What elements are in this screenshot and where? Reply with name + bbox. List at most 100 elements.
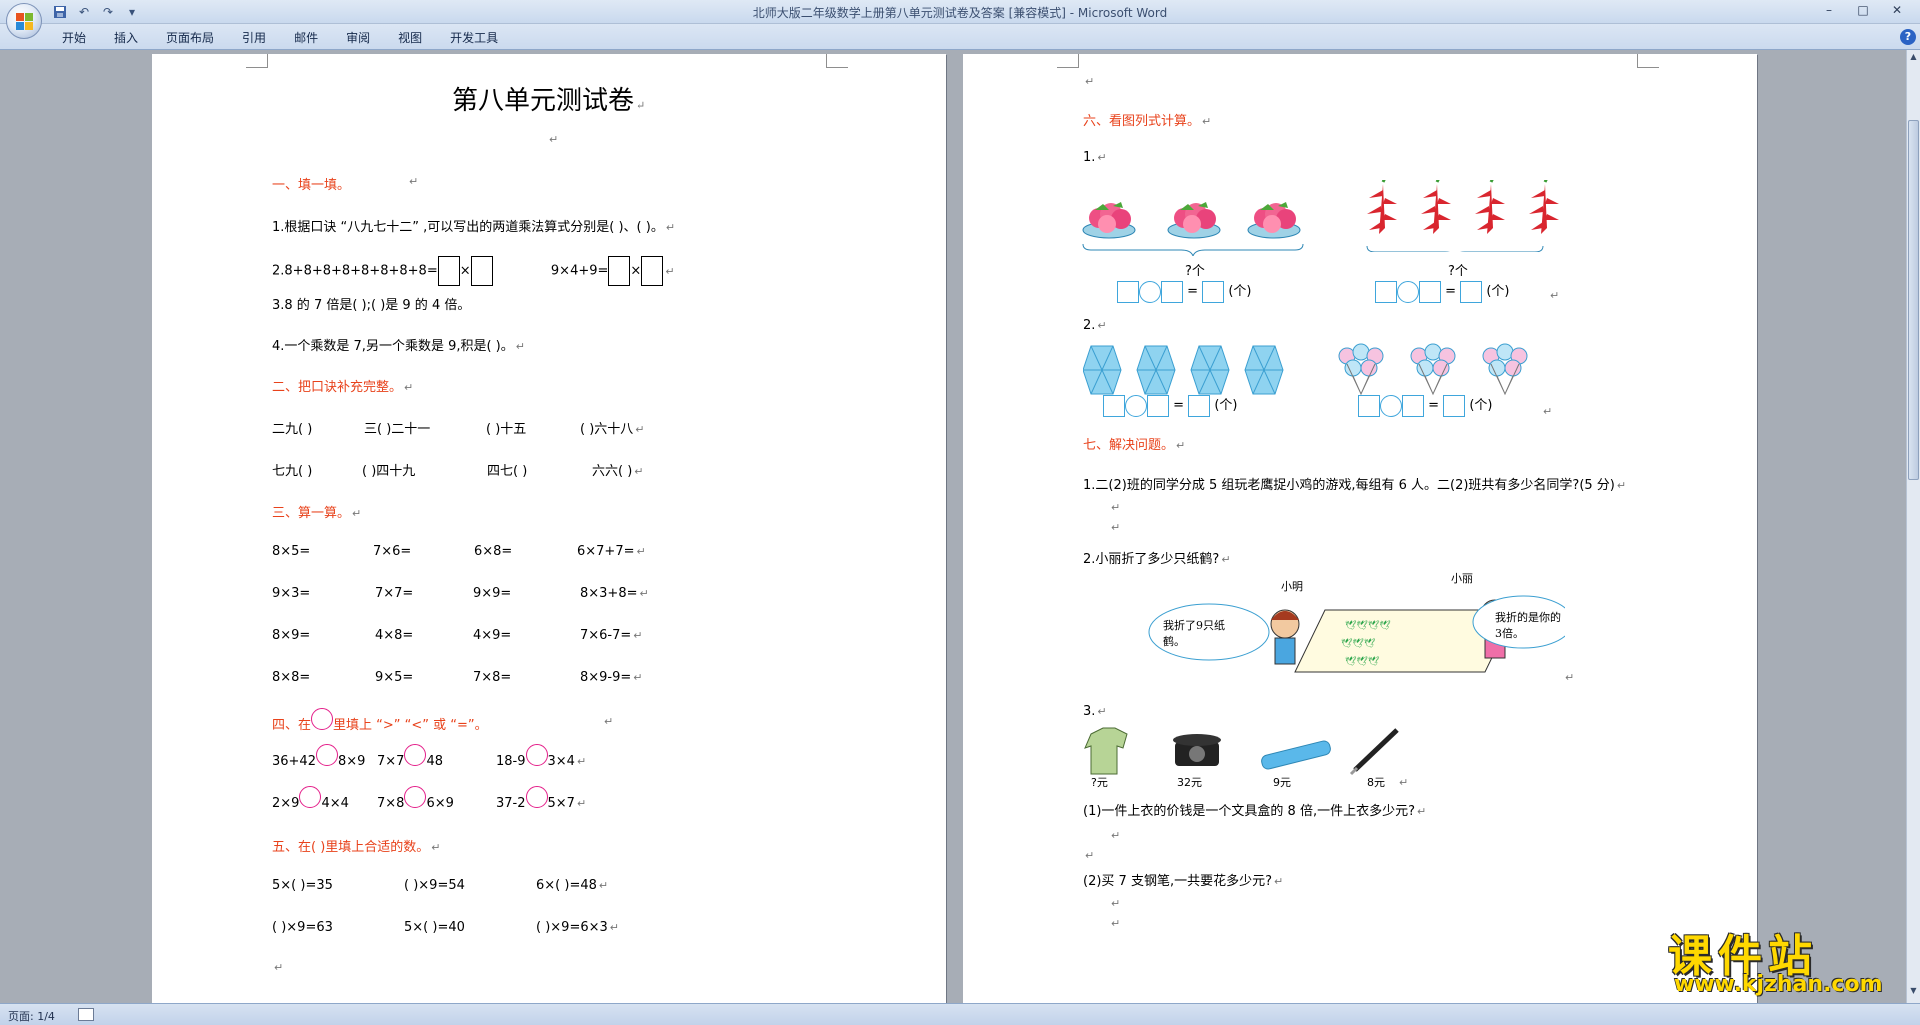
svg-text:🕊🕊🕊: 🕊🕊🕊	[1345, 655, 1380, 667]
compare-circle	[311, 707, 334, 730]
equation-template: = (个)	[1375, 280, 1509, 303]
compare-item: 37-2 5×7 ↵	[496, 785, 586, 811]
compare-item: 18-9 3×4 ↵	[496, 743, 586, 769]
fill-row: 六六( ) ↵	[592, 464, 644, 479]
calc-item: 7×6-7= ↵	[580, 628, 643, 643]
equation-template: = (个)	[1103, 394, 1237, 417]
calc-item: 9×5=	[375, 670, 414, 685]
svg-text:🕊🕊🕊🕊: 🕊🕊🕊🕊	[1345, 619, 1391, 631]
window-controls: – □ ✕	[1812, 0, 1914, 20]
calc-item: 8×5=	[272, 544, 311, 559]
calc-item: 8×3+8= ↵	[580, 586, 649, 601]
tab-review[interactable]: 审阅	[332, 29, 384, 47]
pepper-bunches-image	[1366, 180, 1561, 252]
question-7-3-1: (1)一件上衣的价钱是一个文具盒的 8 倍,一件上衣多少元? ↵	[1083, 804, 1427, 819]
tab-mailings[interactable]: 邮件	[280, 29, 332, 47]
title-bar: ↶ ↷ ▾ 北师大版二年级数学上册第八单元测试卷及答案 [兼容模式] - Mic…	[0, 0, 1920, 24]
page-count-status[interactable]: 页面: 1/4	[8, 1008, 55, 1024]
page-corner-mark	[826, 54, 848, 68]
fill-item: 6×( )=48 ↵	[536, 878, 609, 893]
section-heading-5: 五、在( )里填上合适的数。 ↵	[272, 840, 441, 855]
document-workspace[interactable]: 第八单元测试卷 ↵ ↵ 一、填一填。 ↵ 1.根据口诀 “八九七十二” ,可以写出…	[0, 50, 1906, 1003]
answer-box	[437, 256, 460, 286]
page-corner-mark	[1057, 54, 1079, 68]
section-heading-3: 三、算一算。 ↵	[272, 506, 362, 521]
calc-item: 7×7=	[375, 586, 414, 601]
fill-item: ( )×9=6×3 ↵	[536, 920, 619, 935]
calc-item: 6×7+7= ↵	[577, 544, 646, 559]
equation-template: = (个)	[1117, 280, 1251, 303]
calc-item: 6×8=	[474, 544, 513, 559]
page-corner-mark	[1637, 54, 1659, 68]
calc-item: 9×3=	[272, 586, 311, 601]
office-button[interactable]	[6, 3, 42, 39]
compare-item: 7×8 6×9	[377, 785, 454, 811]
section-heading-4: 四、在 里填上 “>” “<” 或 “=”。	[272, 707, 488, 733]
question-1-4: 4.一个乘数是 7,另一个乘数是 9,积是( )。 ↵	[272, 339, 525, 354]
question-6-2: 2. ↵	[1083, 318, 1107, 333]
minimize-button[interactable]: –	[1812, 0, 1846, 20]
tab-view[interactable]: 视图	[384, 29, 436, 47]
fill-item: ( )×9=54	[404, 878, 465, 893]
section-heading-2: 二、把口诀补充完整。 ↵	[272, 380, 414, 395]
tab-developer[interactable]: 开发工具	[436, 29, 512, 47]
question-1-2: 2.8+8+8+8+8+8+8+8= × 9×4+9= × ↵	[272, 256, 675, 286]
tab-insert[interactable]: 插入	[100, 29, 152, 47]
proofing-status-icon[interactable]	[78, 1008, 94, 1021]
section-heading-1: 一、填一填。	[272, 178, 351, 193]
fill-item: 5×( )=40	[404, 920, 465, 935]
office-logo-icon	[16, 13, 34, 31]
scroll-down-icon[interactable]: ▼	[1907, 986, 1920, 1000]
tab-page-layout[interactable]: 页面布局	[152, 29, 228, 47]
question-7-3: 3. ↵	[1083, 704, 1107, 719]
section-heading-6: 六、看图列式计算。 ↵	[1083, 114, 1212, 129]
fill-row: 四七( )	[487, 464, 528, 479]
question-7-2: 2.小丽折了多少只纸鹤? ↵	[1083, 552, 1231, 567]
document-page-1[interactable]: 第八单元测试卷 ↵ ↵ 一、填一填。 ↵ 1.根据口诀 “八九七十二” ,可以写出…	[152, 54, 946, 1003]
fill-row: ( )十五	[486, 422, 527, 437]
price-label: 9元	[1273, 776, 1291, 789]
speech-bubble-left: 我折了9只纸鹤。	[1163, 619, 1225, 648]
status-bar: 页面: 1/4	[0, 1003, 1920, 1025]
ribbon-tab-bar: 开始 插入 页面布局 引用 邮件 审阅 视图 开发工具 ?	[0, 24, 1920, 50]
watermark-logo: 课件站 www.kjzhan.com	[1668, 920, 1898, 1000]
scroll-up-icon[interactable]: ▲	[1907, 52, 1920, 66]
watermark-url: www.kjzhan.com	[1674, 972, 1883, 997]
page-title: 第八单元测试卷 ↵	[452, 86, 646, 116]
tab-home[interactable]: 开始	[48, 29, 100, 47]
question-6-1: 1. ↵	[1083, 150, 1107, 165]
question-7-3-2: (2)买 7 支钢笔,一共要花多少元? ↵	[1083, 874, 1284, 889]
compare-item: 7×7 48	[377, 743, 443, 769]
document-page-2[interactable]: ↵ 六、看图列式计算。 ↵ 1. ↵ ?个 ?个 = (个) = (个) ↵ 2. ↵	[963, 54, 1757, 1003]
fill-row: 七九( )	[272, 464, 313, 479]
fill-item: 5×( )=35	[272, 878, 333, 893]
question-unit-label: ?个	[1185, 264, 1205, 279]
calc-item: 4×8=	[375, 628, 414, 643]
section-heading-7: 七、解决问题。 ↵	[1083, 438, 1186, 453]
compare-item: 36+42 8×9	[272, 743, 365, 769]
svg-text:🕊🕊🕊: 🕊🕊🕊	[1341, 637, 1376, 649]
scrollbar-thumb[interactable]	[1908, 120, 1919, 480]
close-button[interactable]: ✕	[1880, 0, 1914, 20]
speech-bubble-right: 我折的是你的3倍。	[1495, 611, 1561, 640]
calc-item: 8×9-9= ↵	[580, 670, 643, 685]
question-1-1: 1.根据口诀 “八九七十二” ,可以写出的两道乘法算式分别是( )、( )。 ↵	[272, 220, 676, 235]
vertical-scrollbar[interactable]: ▲ ▼	[1906, 50, 1920, 1003]
balloons-image	[1338, 343, 1528, 396]
window-title: 北师大版二年级数学上册第八单元测试卷及答案 [兼容模式] - Microsoft…	[752, 6, 1168, 20]
question-1-3: 3.8 的 7 倍是( );( )是 9 的 4 倍。	[272, 298, 471, 313]
calc-item: 7×6=	[373, 544, 412, 559]
hexagon-shapes-image	[1083, 345, 1284, 395]
help-icon[interactable]: ?	[1900, 29, 1916, 45]
answer-box	[641, 256, 664, 286]
fill-row: 二九( )	[272, 422, 313, 437]
fill-row: ( )六十八 ↵	[580, 422, 645, 437]
peach-plates-image	[1082, 201, 1304, 256]
maximize-button[interactable]: □	[1846, 0, 1880, 20]
calc-item: 8×9=	[272, 628, 311, 643]
fill-item: ( )×9=63	[272, 920, 333, 935]
price-label: 8元 ↵	[1367, 776, 1409, 789]
tab-references[interactable]: 引用	[228, 29, 280, 47]
answer-box	[470, 256, 493, 286]
compare-item: 2×9 4×4	[272, 785, 349, 811]
